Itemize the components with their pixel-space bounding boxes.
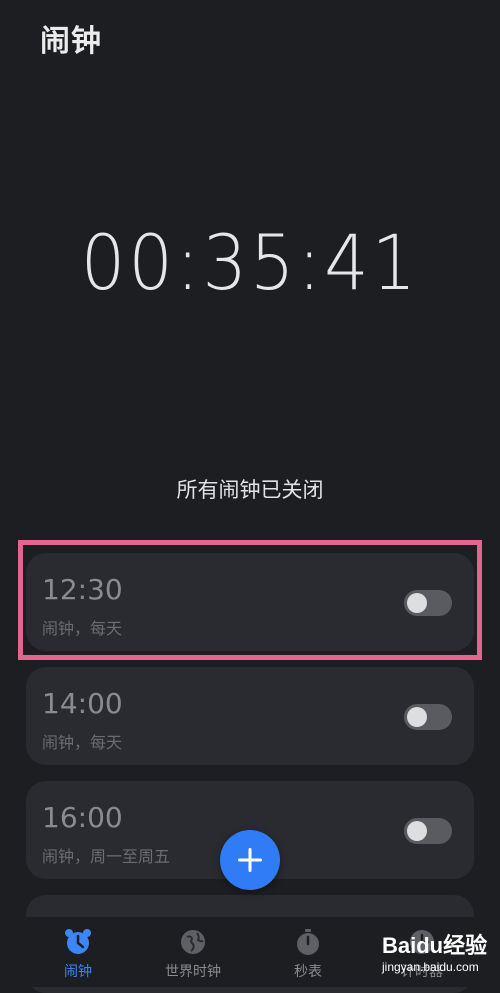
nav-item-world-clock[interactable]: 世界时钟 bbox=[143, 927, 243, 981]
alarm-time: 14:00 bbox=[42, 687, 123, 720]
nav-label: 秒表 bbox=[294, 964, 322, 980]
toggle-knob bbox=[407, 707, 427, 727]
nav-item-alarm[interactable]: 闹钟 bbox=[28, 927, 128, 981]
watermark-url: jingyan.baidu.com bbox=[382, 960, 479, 974]
alarm-time: 16:00 bbox=[42, 801, 123, 834]
alarm-repeat-desc: 闹钟，周一至周五 bbox=[42, 847, 171, 866]
alarm-toggle[interactable] bbox=[404, 704, 452, 730]
nav-label: 闹钟 bbox=[64, 964, 92, 980]
alarm-card-1400[interactable]: 14:00 闹钟，每天 bbox=[26, 667, 474, 765]
nav-label: 世界时钟 bbox=[165, 964, 221, 980]
stopwatch-icon bbox=[297, 929, 319, 955]
alarm-status-text: 所有闹钟已关闭 bbox=[176, 478, 324, 502]
baidu-watermark: Baidu经验 jingyan.baidu.com bbox=[382, 928, 494, 980]
toggle-knob bbox=[407, 821, 427, 841]
alarm-time: 12:30 bbox=[42, 573, 123, 606]
globe-icon bbox=[181, 930, 205, 954]
alarm-card-1230[interactable]: 12:30 闹钟，每天 bbox=[26, 553, 474, 651]
watermark-brand: Baidu经验 bbox=[382, 933, 488, 958]
nav-item-stopwatch[interactable]: 秒表 bbox=[258, 927, 358, 981]
add-alarm-button[interactable] bbox=[220, 830, 280, 890]
next-alarm-countdown: 00:35:41 bbox=[80, 218, 420, 308]
alarm-repeat-desc: 闹钟，每天 bbox=[42, 619, 123, 638]
alarm-toggle[interactable] bbox=[404, 818, 452, 844]
page-title: 闹钟 bbox=[40, 24, 102, 59]
alarm-toggle[interactable] bbox=[404, 590, 452, 616]
alarm-clock-icon bbox=[65, 929, 91, 954]
plus-icon bbox=[238, 848, 262, 872]
toggle-knob bbox=[407, 593, 427, 613]
alarm-repeat-desc: 闹钟，每天 bbox=[42, 733, 123, 752]
